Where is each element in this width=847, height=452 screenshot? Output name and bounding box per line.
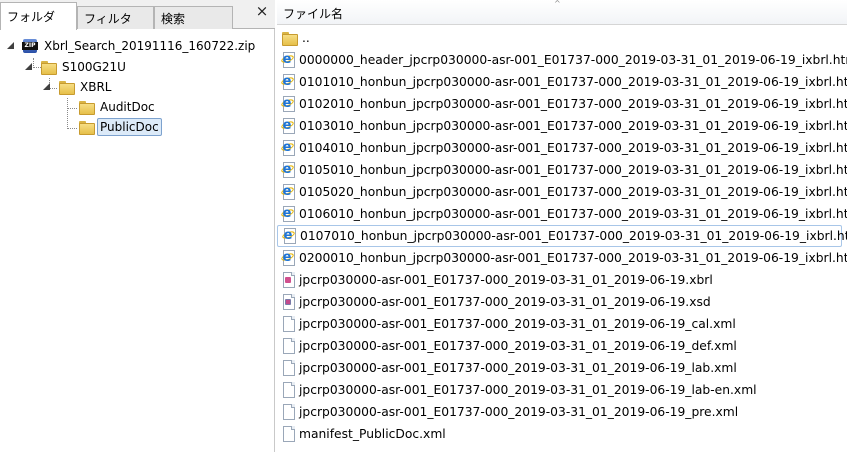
file-name: jpcrp030000-asr-001_E01737-000_2019-03-3… <box>299 361 737 375</box>
xbrl-file-icon <box>281 272 297 288</box>
file-list-pane: ファイル名 ^ .. e 0000000_header_jpcrp030000-as… <box>277 0 847 452</box>
file-row[interactable]: jpcrp030000-asr-001_E01737-000_2019-03-3… <box>277 335 842 357</box>
document-icon <box>281 360 297 376</box>
file-name: 0200010_honbun_jpcrp030000-asr-001_E0173… <box>299 251 847 265</box>
ie-html-icon: e <box>281 228 298 244</box>
ie-html-icon: e <box>280 118 297 134</box>
document-icon <box>281 338 297 354</box>
file-row[interactable]: jpcrp030000-asr-001_E01737-000_2019-03-3… <box>277 291 842 313</box>
tree-node-label: S100G21U <box>62 60 126 74</box>
file-row[interactable]: jpcrp030000-asr-001_E01737-000_2019-03-3… <box>277 357 842 379</box>
file-row[interactable]: e 0104010_honbun_jpcrp030000-asr-001_E017… <box>277 137 847 159</box>
tree-node-label: PublicDoc <box>97 118 162 136</box>
xsd-file-icon <box>281 294 297 310</box>
file-row[interactable]: e 0107010_honbun_jpcrp030000-asr-001_E017… <box>277 225 847 247</box>
ie-html-icon: e <box>280 250 297 266</box>
tree-node-publicdoc[interactable]: PublicDoc <box>78 117 162 137</box>
tree-node-xbrl[interactable]: XBRL <box>42 77 114 97</box>
folder-icon <box>78 99 95 115</box>
collapse-arrow-icon[interactable] <box>24 62 34 72</box>
pane-tab-bar: フォルダ フィルタ 検索 × <box>0 0 275 30</box>
file-row[interactable]: e 0000000_header_jpcrp030000-asr-001_E017… <box>277 49 847 71</box>
file-row[interactable]: jpcrp030000-asr-001_E01737-000_2019-03-3… <box>277 379 842 401</box>
tree-node-zip[interactable]: ZIP Xbrl_Search_20191116_160722.zip <box>6 36 258 56</box>
file-name: 0105020_honbun_jpcrp030000-asr-001_E0173… <box>299 185 847 199</box>
ie-html-icon: e <box>280 140 297 156</box>
tree-node-auditdoc[interactable]: AuditDoc <box>78 97 158 117</box>
tree-node-s100g21u[interactable]: S100G21U <box>24 57 129 77</box>
file-row[interactable]: e 0200010_honbun_jpcrp030000-asr-001_E017… <box>277 247 847 269</box>
ie-html-icon: e <box>280 162 297 178</box>
file-name: 0102010_honbun_jpcrp030000-asr-001_E0173… <box>299 97 847 111</box>
tab-search[interactable]: 検索 <box>154 6 233 29</box>
file-name: jpcrp030000-asr-001_E01737-000_2019-03-3… <box>299 383 757 397</box>
tree-connector <box>67 128 77 129</box>
ie-html-icon: e <box>280 206 297 222</box>
column-header-filename[interactable]: ファイル名 <box>277 0 847 25</box>
ie-html-icon: e <box>280 74 297 90</box>
file-row[interactable]: manifest_PublicDoc.xml <box>277 423 842 445</box>
folder-icon <box>78 119 95 135</box>
file-name: jpcrp030000-asr-001_E01737-000_2019-03-3… <box>299 405 739 419</box>
zip-archive-icon: ZIP <box>22 38 38 54</box>
file-name: 0101010_honbun_jpcrp030000-asr-001_E0173… <box>299 75 847 89</box>
collapse-arrow-icon[interactable] <box>6 41 16 51</box>
file-row[interactable]: jpcrp030000-asr-001_E01737-000_2019-03-3… <box>277 401 842 423</box>
collapse-arrow-icon[interactable] <box>42 82 52 92</box>
file-name: manifest_PublicDoc.xml <box>299 427 446 441</box>
file-row[interactable]: jpcrp030000-asr-001_E01737-000_2019-03-3… <box>277 313 842 335</box>
folder-icon <box>40 59 57 75</box>
file-row[interactable]: e 0105020_honbun_jpcrp030000-asr-001_E017… <box>277 181 847 203</box>
file-name: 0105010_honbun_jpcrp030000-asr-001_E0173… <box>299 163 847 177</box>
file-name: 0104010_honbun_jpcrp030000-asr-001_E0173… <box>299 141 847 155</box>
file-row[interactable]: e 0106010_honbun_jpcrp030000-asr-001_E017… <box>277 203 847 225</box>
file-row[interactable]: e 0101010_honbun_jpcrp030000-asr-001_E017… <box>277 71 847 93</box>
column-header-label: ファイル名 <box>283 7 344 21</box>
document-icon <box>281 426 297 442</box>
file-row[interactable]: e 0105010_honbun_jpcrp030000-asr-001_E017… <box>277 159 847 181</box>
close-pane-button[interactable]: × <box>255 4 269 19</box>
file-name: 0000000_header_jpcrp030000-asr-001_E0173… <box>299 53 847 67</box>
folder-icon <box>281 30 298 46</box>
document-icon <box>281 316 297 332</box>
file-name: 0106010_honbun_jpcrp030000-asr-001_E0173… <box>299 207 847 221</box>
tab-folder[interactable]: フォルダ <box>0 2 77 30</box>
document-icon <box>281 382 297 398</box>
file-row[interactable]: .. <box>277 27 842 49</box>
file-row[interactable]: jpcrp030000-asr-001_E01737-000_2019-03-3… <box>277 269 842 291</box>
file-name: jpcrp030000-asr-001_E01737-000_2019-03-3… <box>299 339 737 353</box>
folder-tree[interactable]: ZIP Xbrl_Search_20191116_160722.zip S100… <box>0 30 275 452</box>
sort-ascending-icon: ^ <box>554 0 561 8</box>
file-name: jpcrp030000-asr-001_E01737-000_2019-03-3… <box>299 295 711 309</box>
ie-html-icon: e <box>280 52 297 68</box>
folder-icon <box>58 79 75 95</box>
ie-html-icon: e <box>280 96 297 112</box>
file-row[interactable]: e 0103010_honbun_jpcrp030000-asr-001_E017… <box>277 115 847 137</box>
file-name: jpcrp030000-asr-001_E01737-000_2019-03-3… <box>299 273 713 287</box>
file-name: .. <box>302 31 310 45</box>
tree-node-label: AuditDoc <box>100 100 155 114</box>
tree-connector <box>67 98 68 129</box>
tree-node-label: Xbrl_Search_20191116_160722.zip <box>44 39 256 53</box>
tree-connector <box>67 108 77 109</box>
tab-filter[interactable]: フィルタ <box>77 6 154 29</box>
file-name: 0103010_honbun_jpcrp030000-asr-001_E0173… <box>299 119 847 133</box>
document-icon <box>281 404 297 420</box>
ie-html-icon: e <box>280 184 297 200</box>
file-name: jpcrp030000-asr-001_E01737-000_2019-03-3… <box>299 317 736 331</box>
file-name: 0107010_honbun_jpcrp030000-asr-001_E0173… <box>300 229 847 243</box>
folder-pane: フォルダ フィルタ 検索 × ZIP Xbrl_Search_20191116_… <box>0 0 275 452</box>
tree-node-label: XBRL <box>80 80 112 94</box>
file-row[interactable]: e 0102010_honbun_jpcrp030000-asr-001_E017… <box>277 93 847 115</box>
